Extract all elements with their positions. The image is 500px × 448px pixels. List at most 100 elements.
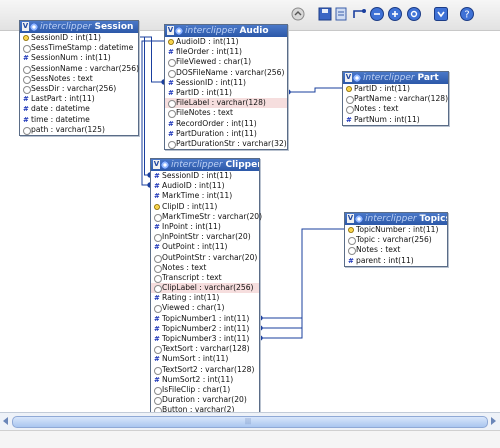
column-row[interactable]: # NumSort : int(11) xyxy=(151,354,259,364)
column-row[interactable]: Notes : text xyxy=(345,245,447,256)
column-label: TextSort : varchar(128) xyxy=(162,344,250,354)
column-row[interactable]: # PartDuration : int(11) xyxy=(165,129,287,139)
index-icon: # xyxy=(154,355,160,364)
column-icon xyxy=(154,264,162,273)
column-row[interactable]: PartDurationStr : varchar(32) xyxy=(165,139,287,149)
column-row[interactable]: # OutPoint : int(11) xyxy=(151,242,259,252)
table-db-name: interclipper xyxy=(363,73,415,83)
column-row[interactable]: Topic : varchar(256) xyxy=(345,235,447,246)
column-label: TopicNumber2 : int(11) xyxy=(162,323,250,333)
column-icon xyxy=(23,75,31,84)
column-label: LastPart : int(11) xyxy=(31,94,95,104)
horizontal-scrollbar[interactable]: ||| xyxy=(0,412,500,430)
column-row[interactable]: # SessionNum : int(11) xyxy=(20,53,138,63)
column-row[interactable]: # MarkTime : int(11) xyxy=(151,191,259,201)
column-row[interactable]: InPointStr : varchar(20) xyxy=(151,232,259,243)
column-label: Topic : varchar(256) xyxy=(356,235,432,245)
column-row[interactable]: TextSort : varchar(128) xyxy=(151,344,259,355)
column-row[interactable]: # parent : int(11) xyxy=(345,256,447,266)
column-label: Rating : int(11) xyxy=(162,293,220,303)
index-icon: # xyxy=(154,182,160,191)
column-label: RecordOrder : int(11) xyxy=(176,118,257,128)
column-row[interactable]: SessNotes : text xyxy=(20,74,138,84)
column-row[interactable]: # TopicNumber1 : int(11) xyxy=(151,314,259,324)
scrollbar-thumb[interactable]: ||| xyxy=(12,416,488,428)
table-clipper[interactable]: Vinterclipper Clipper # SessionID : int(1… xyxy=(150,158,262,417)
column-row[interactable]: TopicNumber : int(11) xyxy=(345,225,447,235)
column-row[interactable]: SessTimeStamp : datetime xyxy=(20,43,138,54)
column-icon xyxy=(154,305,162,314)
column-row[interactable]: # fileOrder : int(11) xyxy=(165,47,287,57)
column-row[interactable]: SessionID : int(11) xyxy=(20,33,138,43)
column-row[interactable]: # RecordOrder : int(11) xyxy=(165,119,287,129)
column-row[interactable]: Notes : text xyxy=(151,263,259,273)
column-row[interactable]: # InPoint : int(11) xyxy=(151,222,259,232)
column-label: SessionID : int(11) xyxy=(176,77,246,87)
table-header[interactable]: Vinterclipper Audio xyxy=(165,25,287,37)
column-row[interactable]: FileViewed : char(1) xyxy=(165,57,287,68)
table-audio[interactable]: Vinterclipper Audio AudioID : int(11) # fi… xyxy=(164,24,288,151)
column-row[interactable]: FileNotes : text xyxy=(165,108,287,119)
column-label: PartName : varchar(128) xyxy=(354,94,449,104)
column-icon xyxy=(23,126,31,135)
column-row[interactable]: AudioID : int(11) xyxy=(165,37,287,47)
index-icon: # xyxy=(154,172,160,180)
scroll-left-icon[interactable] xyxy=(3,417,8,425)
index-icon: # xyxy=(154,192,160,201)
column-row[interactable]: # AudioID : int(11) xyxy=(151,181,259,191)
column-label: TextSort2 : varchar(128) xyxy=(162,364,255,374)
table-topics[interactable]: Vinterclipper Topics TopicNumber : int(1… xyxy=(344,212,448,267)
column-label: TopicNumber : int(11) xyxy=(356,225,439,234)
column-row[interactable]: Duration : varchar(20) xyxy=(151,395,259,406)
relation-line xyxy=(260,228,344,339)
column-label: Notes : text xyxy=(356,245,401,255)
column-row[interactable]: SessDir : varchar(256) xyxy=(20,84,138,94)
index-icon: # xyxy=(168,48,174,57)
column-row[interactable]: # PartID : int(11) xyxy=(165,88,287,98)
primary-key-icon xyxy=(346,86,352,92)
table-header[interactable]: Vinterclipper Clipper xyxy=(151,159,259,171)
column-row[interactable]: # time : datetime xyxy=(20,115,138,125)
table-header[interactable]: Vinterclipper Topics xyxy=(345,213,447,225)
column-row[interactable]: Transcript : text xyxy=(151,273,259,283)
column-row[interactable]: ClipID : int(11) xyxy=(151,202,259,212)
column-icon xyxy=(23,65,31,74)
view-icon: V xyxy=(347,214,354,223)
column-row[interactable]: MarkTimeStr : varchar(20) xyxy=(151,212,262,222)
column-label: NumSort2 : int(11) xyxy=(162,374,234,384)
column-row[interactable]: # PartNum : int(11) xyxy=(343,115,448,125)
column-row[interactable]: FileLabel : varchar(128) xyxy=(165,98,287,109)
column-row[interactable]: # TopicNumber2 : int(11) xyxy=(151,324,259,334)
column-row[interactable]: SessionName : varchar(256) xyxy=(20,64,139,74)
column-row[interactable]: path : varchar(125) xyxy=(20,125,138,135)
column-row[interactable]: TextSort2 : varchar(128) xyxy=(151,365,259,375)
index-icon: # xyxy=(168,119,174,128)
column-row[interactable]: ClipLabel : varchar(256) xyxy=(151,283,259,294)
table-part[interactable]: Vinterclipper Part PartID : int(11) PartN… xyxy=(342,71,449,126)
table-session[interactable]: Vinterclipper Session SessionID : int(11… xyxy=(19,20,139,136)
column-row[interactable]: PartID : int(11) xyxy=(343,84,448,94)
column-label: OutPointStr : varchar(20) xyxy=(162,252,258,262)
index-icon: # xyxy=(23,54,29,63)
column-row[interactable]: Viewed : char(1) xyxy=(151,303,259,314)
column-row[interactable]: # TopicNumber3 : int(11) xyxy=(151,334,259,344)
column-row[interactable]: IsFileClip : char(1) xyxy=(151,385,259,395)
column-label: SessionID : int(11) xyxy=(162,171,232,180)
scroll-right-icon[interactable] xyxy=(491,417,496,425)
column-row[interactable]: # Rating : int(11) xyxy=(151,293,259,303)
column-label: InPoint : int(11) xyxy=(162,221,221,231)
column-row[interactable]: OutPointStr : varchar(20) xyxy=(151,253,259,263)
column-row[interactable]: Notes : text xyxy=(343,104,448,115)
column-row[interactable]: PartName : varchar(128) xyxy=(343,94,449,105)
column-row[interactable]: DOSFileName : varchar(256) xyxy=(165,68,287,78)
column-row[interactable]: # date : datetime xyxy=(20,104,138,114)
column-row[interactable]: # LastPart : int(11) xyxy=(20,94,138,104)
column-row[interactable]: # SessionID : int(11) xyxy=(165,78,287,88)
column-label: FileViewed : char(1) xyxy=(176,57,252,67)
column-icon xyxy=(168,110,176,119)
table-header[interactable]: Vinterclipper Session xyxy=(20,21,138,33)
column-row[interactable]: # NumSort2 : int(11) xyxy=(151,375,259,385)
column-row[interactable]: # SessionID : int(11) xyxy=(151,171,259,181)
primary-key-icon xyxy=(168,39,174,45)
table-header[interactable]: Vinterclipper Part xyxy=(343,72,448,84)
